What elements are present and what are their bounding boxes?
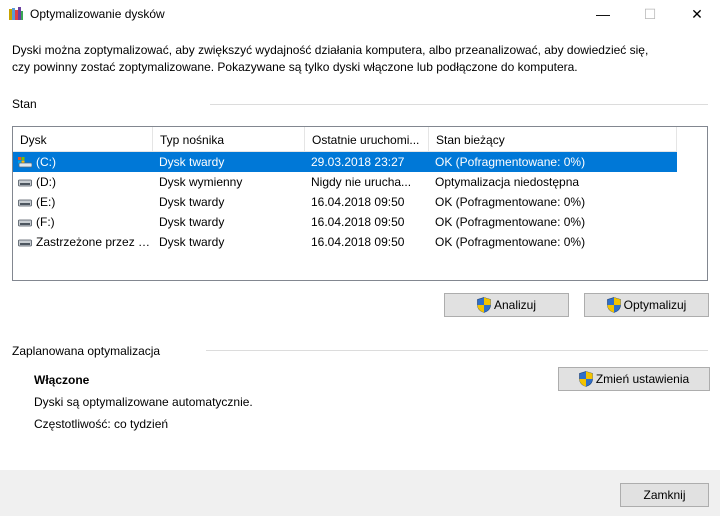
drives-list-header: Dysk Typ nośnika Ostatnie uruchomi... St… [13, 127, 677, 152]
defrag-app-icon [8, 6, 24, 22]
change-settings-button-label: Zmień ustawienia [595, 372, 690, 386]
current-state: OK (Pofragmentowane: 0%) [435, 215, 586, 229]
schedule-group-label: Zaplanowana optymalizacja [12, 344, 167, 358]
drive-name: (C:) [36, 155, 56, 169]
last-run: 16.04.2018 09:50 [311, 235, 405, 249]
intro-line-2: czy powinny zostać zoptymalizowane. Poka… [12, 60, 578, 74]
column-header-last-run[interactable]: Ostatnie uruchomi... [305, 127, 429, 151]
hard-drive-icon [18, 196, 32, 208]
window-title: Optymalizowanie dysków [30, 7, 165, 21]
column-header-media-type[interactable]: Typ nośnika [153, 127, 305, 151]
intro-line-1: Dyski można zoptymalizować, aby zwiększy… [12, 43, 649, 57]
intro-text: Dyski można zoptymalizować, aby zwiększy… [12, 42, 692, 76]
column-header-drive[interactable]: Dysk [13, 127, 153, 151]
uac-shield-icon [606, 297, 621, 313]
table-row[interactable]: (F:) Dysk twardy 16.04.2018 09:50 OK (Po… [13, 212, 677, 232]
table-row[interactable]: (D:) Dysk wymienny Nigdy nie urucha... O… [13, 172, 677, 192]
media-type: Dysk twardy [159, 195, 225, 209]
media-type: Dysk twardy [159, 235, 225, 249]
maximize-button[interactable]: ☐ [627, 0, 673, 28]
table-row[interactable]: (E:) Dysk twardy 16.04.2018 09:50 OK (Po… [13, 192, 677, 212]
change-settings-button[interactable]: Zmień ustawienia [558, 367, 710, 391]
schedule-frequency: Częstotliwość: co tydzień [34, 417, 169, 431]
drives-list[interactable]: Dysk Typ nośnika Ostatnie uruchomi... St… [12, 126, 708, 281]
schedule-group-divider [206, 350, 708, 351]
analyze-button-label: Analizuj [493, 298, 537, 312]
close-button[interactable]: Zamknij [620, 483, 709, 507]
drive-name: (E:) [36, 195, 56, 209]
table-row[interactable]: Zastrzeżone przez s... Dysk twardy 16.04… [13, 232, 677, 252]
last-run: Nigdy nie urucha... [311, 175, 412, 189]
last-run: 16.04.2018 09:50 [311, 195, 405, 209]
title-bar: Optymalizowanie dysków — ☐ ✕ [0, 0, 720, 30]
optimize-button-label: Optymalizuj [623, 298, 687, 312]
current-state: Optymalizacja niedostępna [435, 175, 580, 189]
uac-shield-icon [579, 371, 593, 387]
column-header-current-state[interactable]: Stan bieżący [429, 127, 677, 151]
removable-drive-icon [18, 176, 32, 188]
schedule-description: Dyski są optymalizowane automatycznie. [34, 395, 253, 409]
current-state: OK (Pofragmentowane: 0%) [435, 235, 586, 249]
uac-shield-icon [477, 297, 491, 313]
hard-drive-icon [18, 236, 32, 248]
minimize-button[interactable]: — [580, 0, 626, 28]
system-drive-icon [18, 156, 32, 168]
media-type: Dysk twardy [159, 155, 225, 169]
analyze-button[interactable]: Analizuj [444, 293, 569, 317]
table-row[interactable]: (C:) Dysk twardy 29.03.2018 23:27 OK (Po… [13, 152, 677, 172]
status-group-label: Stan [12, 97, 43, 111]
schedule-status: Włączone [34, 373, 90, 387]
drive-name: (F:) [36, 215, 55, 229]
current-state: OK (Pofragmentowane: 0%) [435, 155, 586, 169]
dialog-footer [0, 470, 720, 516]
media-type: Dysk wymienny [159, 175, 243, 189]
media-type: Dysk twardy [159, 215, 225, 229]
drive-name: (D:) [36, 175, 56, 189]
current-state: OK (Pofragmentowane: 0%) [435, 195, 586, 209]
last-run: 16.04.2018 09:50 [311, 215, 405, 229]
last-run: 29.03.2018 23:27 [311, 155, 405, 169]
close-window-button[interactable]: ✕ [674, 0, 720, 28]
hard-drive-icon [18, 216, 32, 228]
optimize-button[interactable]: Optymalizuj [584, 293, 709, 317]
drive-name: Zastrzeżone przez s... [36, 235, 153, 249]
status-group-divider [210, 104, 708, 105]
drives-list-body: (C:) Dysk twardy 29.03.2018 23:27 OK (Po… [13, 152, 677, 252]
